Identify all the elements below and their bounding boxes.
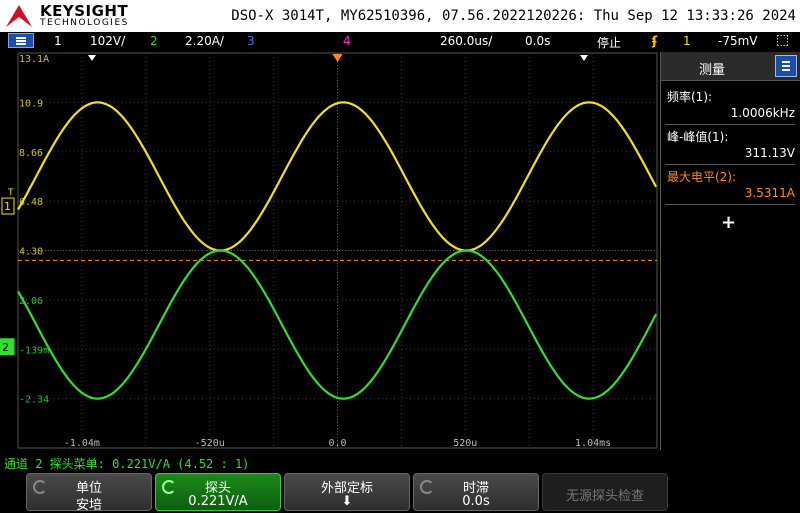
timebase-delay[interactable]: 0.0s — [525, 34, 550, 48]
ch3-label[interactable]: 3 — [247, 34, 255, 48]
ch4-label[interactable]: 4 — [343, 34, 351, 48]
measurement-panel: 测量 频率(1): 1.0006kHz 峰-峰值(1): 311.13V 最大电平(2)… — [660, 52, 800, 450]
ch1-label[interactable]: 1 — [54, 34, 62, 48]
measurement-value: 1.0006kHz — [730, 106, 795, 120]
ch1-marker-label: 1 — [4, 200, 11, 213]
ch2-label[interactable]: 2 — [150, 34, 158, 48]
measurement-divider — [665, 204, 795, 205]
menu-list-icon[interactable] — [775, 55, 797, 77]
ch2-scale-label: -139m — [19, 345, 49, 356]
main-menu-button[interactable] — [8, 33, 34, 48]
trigger-level[interactable]: -75mV — [718, 34, 758, 48]
measurement-value: 3.5311A — [744, 186, 795, 200]
timebase-scale[interactable]: 260.0us/ — [440, 34, 492, 48]
ch2-scale-label: -2.34 — [19, 395, 49, 406]
trigger-marker-label: T — [7, 188, 14, 198]
time-scale-label: -1.04m — [64, 438, 100, 449]
down-arrow-icon: ⬇ — [341, 494, 353, 509]
measurement-label: 峰-峰值(1): — [667, 130, 729, 144]
measurement-title: 测量 — [699, 63, 726, 78]
ch2-scale[interactable]: 2.20A/ — [185, 34, 224, 48]
softkey-units[interactable]: 单位 安培 — [26, 473, 152, 513]
waveform-display[interactable]: 13.1A 10.9 8.66 6.48 4.30 2.06 -139m -2.34 -1.04… — [0, 50, 659, 450]
ch1-scale-label: 13.1A — [19, 54, 49, 65]
time-scale-label: -520u — [195, 438, 225, 449]
measurement-label: 频率(1): — [667, 90, 713, 104]
softkey-bar: 单位 安培 探头 0.221V/A 外部定标 ⬇ 时滞 0.0s 无源探头检查 — [0, 472, 800, 513]
ch1-scale-label: 4.30 — [19, 247, 43, 258]
ch1-scale-label: 10.9 — [19, 98, 43, 109]
brand-subtitle: TECHNOLOGIES — [40, 18, 129, 28]
measurement-divider — [665, 124, 795, 125]
time-scale-label: 1.04ms — [575, 438, 611, 449]
measurement-label: 最大电平(2): — [667, 170, 737, 184]
trigger-edge-icon: ʄ — [652, 34, 658, 48]
measurement-divider — [665, 164, 795, 165]
softkey-probe-value: 0.221V/A — [188, 494, 248, 509]
run-state[interactable]: 停止 — [597, 34, 621, 51]
ch1-scale-label: 8.66 — [19, 148, 43, 159]
status-bar: 1 102V/ 2 2.20A/ 3 4 260.0us/ 0.0s 停止 ʄ … — [0, 32, 800, 50]
softkey-external-scaling[interactable]: 外部定标 ⬇ — [284, 473, 410, 511]
softkey-probe[interactable]: 探头 0.221V/A — [155, 473, 281, 511]
ch1-scale[interactable]: 102V/ — [90, 34, 125, 48]
ch2-scale-label: 2.06 — [19, 296, 43, 307]
ch1-scale-label: 6.48 — [19, 197, 43, 208]
time-scale-label: 0.0 — [328, 438, 346, 449]
message-line: 通道 2 探头菜单: 0.221V/A (4.52 : 1) — [0, 453, 800, 471]
add-measurement-button[interactable]: + — [721, 212, 736, 233]
softkey-units-value: 安培 — [75, 498, 102, 513]
keysight-logo-icon — [6, 5, 32, 27]
instrument-id: DSO-X 3014T, MY62510396, 07.56.202212022… — [231, 8, 796, 24]
trigger-source[interactable]: 1 — [683, 34, 691, 48]
time-scale-label: 520u — [453, 438, 477, 449]
softkey-passive-probe-check[interactable]: 无源探头检查 — [542, 473, 668, 511]
softkey-skew[interactable]: 时滞 0.0s — [413, 473, 539, 511]
measurement-value: 311.13V — [744, 146, 795, 160]
probe-menu-message: 通道 2 探头菜单: 0.221V/A (4.52 : 1) — [4, 457, 250, 471]
softkey-passive-probe-check-label: 无源探头检查 — [565, 489, 644, 504]
title-bar: KEYSIGHT TECHNOLOGIES DSO-X 3014T, MY625… — [0, 0, 800, 32]
acquire-icon[interactable]: ⬚ — [776, 32, 789, 48]
measurement-header: 测量 — [661, 52, 800, 81]
ch2-marker-label: 2 — [2, 341, 9, 354]
softkey-skew-value: 0.0s — [462, 494, 490, 509]
